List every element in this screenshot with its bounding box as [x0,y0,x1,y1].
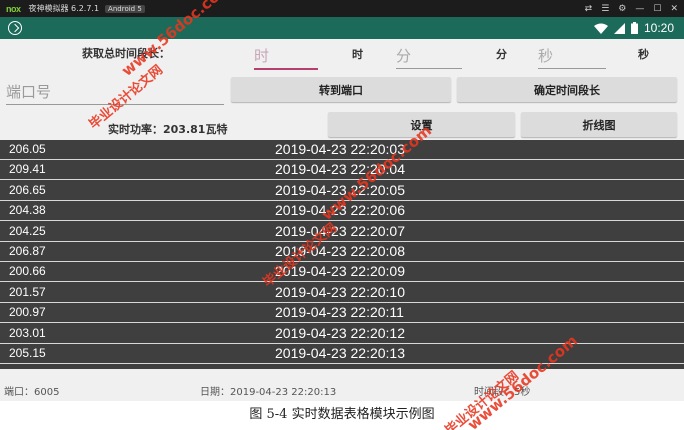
menu-icon[interactable]: ☰ [601,4,609,14]
window-controls: ⇄ ☰ ⚙ — ☐ ✕ [585,0,678,17]
confirm-duration-button[interactable]: 确定时间段长 [457,77,677,102]
timestamp-cell: 2019-04-23 22:20:07 [275,222,405,239]
total-duration-label: 获取总时间段长： [82,47,170,60]
hour-input[interactable]: 时 [254,45,318,70]
minute-input[interactable]: 分 [396,45,462,69]
footer-port: 端口：6005 [4,387,60,398]
table-row[interactable]: 204.38 2019-04-23 22:20:06 [0,201,684,222]
table-row[interactable]: 200.66 2019-04-23 22:20:09 [0,262,684,283]
table-row[interactable]: 209.41 2019-04-23 22:20:04 [0,160,684,181]
power-value-cell: 209.41 [9,162,46,177]
table-row[interactable]: 206.65 2019-04-23 22:20:05 [0,181,684,201]
power-value-cell: 206.87 [9,244,46,258]
timestamp-cell: 2019-04-23 22:20:05 [275,181,405,198]
table-row[interactable]: 201.57 2019-04-23 22:20:10 [0,283,684,303]
goto-port-button[interactable]: 转到端口 [231,77,451,102]
timestamp-cell: 2019-04-23 22:20:09 [275,263,405,280]
table-row[interactable]: 206.05 2019-04-23 22:20:03 [0,140,684,160]
footer-duration: 时间段：5秒 [474,387,531,398]
timestamp-cell: 2019-04-23 22:20:11 [275,304,404,321]
signal-icon [613,22,625,34]
second-label: 秒 [638,48,649,61]
timestamp-cell: 2019-04-23 22:20:12 [275,324,405,341]
power-value-cell: 203.01 [9,325,46,340]
timestamp-cell: 2019-04-23 22:20:08 [275,243,405,259]
power-value-cell: 206.65 [9,182,46,197]
line-chart-button[interactable]: 折线图 [521,112,677,137]
power-value-cell: 205.15 [9,346,46,360]
power-value-cell: 200.66 [9,264,46,279]
battery-icon [630,22,638,34]
table-row[interactable]: 206.87 2019-04-23 22:20:08 [0,242,684,262]
app-screen: 获取总时间段长： 时 时 分 分 秒 秒 端口号 转到端口 确定时间段长 实时功… [0,39,684,401]
power-value-cell: 201.57 [9,284,46,299]
close-icon[interactable]: ✕ [670,4,678,14]
figure-caption: 图 5-4 实时数据表格模块示例图 [249,407,435,422]
status-right: 10:20 [593,17,674,39]
timestamp-cell: 2019-04-23 22:20:10 [275,283,405,300]
timestamp-cell: 2019-04-23 22:20:04 [275,161,405,178]
timestamp-cell: 2019-04-23 22:20:03 [275,141,405,157]
app-notification-icon [8,21,22,35]
maximize-icon[interactable]: ☐ [653,4,661,14]
table-row[interactable]: 204.25 2019-04-23 22:20:07 [0,222,684,242]
wifi-icon [593,23,608,34]
timestamp-cell: 2019-04-23 22:20:06 [275,202,405,219]
hour-label: 时 [352,48,363,61]
table-row[interactable]: 205.15 2019-04-23 22:20:13 [0,344,684,364]
multi-window-icon[interactable]: ⇄ [585,4,593,14]
power-value-cell: 200.97 [9,305,46,320]
power-value-cell: 204.38 [9,203,46,218]
timestamp-cell: 2019-04-23 22:20:13 [275,345,405,361]
port-input[interactable]: 端口号 [6,81,224,105]
table-row[interactable]: 200.97 2019-04-23 22:20:11 [0,303,684,324]
status-time: 10:20 [643,21,674,35]
realtime-power-readout: 实时功率：203.81瓦特 [108,123,228,136]
info-footer: 端口：6005 日期：2019-04-23 22:20:13 时间段：5秒 [0,377,684,398]
power-value-cell: 204.25 [9,223,46,238]
minute-label: 分 [496,48,507,61]
settings-button[interactable]: 设置 [328,112,515,137]
emulator-logo: nox [6,3,21,14]
minimize-icon[interactable]: — [635,4,644,14]
emulator-title: 夜神模拟器 6.2.7.1 [28,4,100,13]
second-input[interactable]: 秒 [538,45,606,69]
table-row[interactable]: 203.01 2019-04-23 22:20:12 [0,324,684,344]
android-version-badge: Android 5 [105,4,145,13]
emulator-title-bar: nox 夜神模拟器 6.2.7.1 Android 5 ⇄ ☰ ⚙ — ☐ ✕ [0,0,684,17]
gear-icon[interactable]: ⚙ [618,4,626,14]
realtime-data-table: 206.05 2019-04-23 22:20:03 209.41 2019-04-2… [0,140,684,369]
footer-date: 日期：2019-04-23 22:20:13 [200,387,337,398]
android-status-bar: 10:20 [0,17,684,39]
power-value-cell: 206.05 [9,142,46,156]
